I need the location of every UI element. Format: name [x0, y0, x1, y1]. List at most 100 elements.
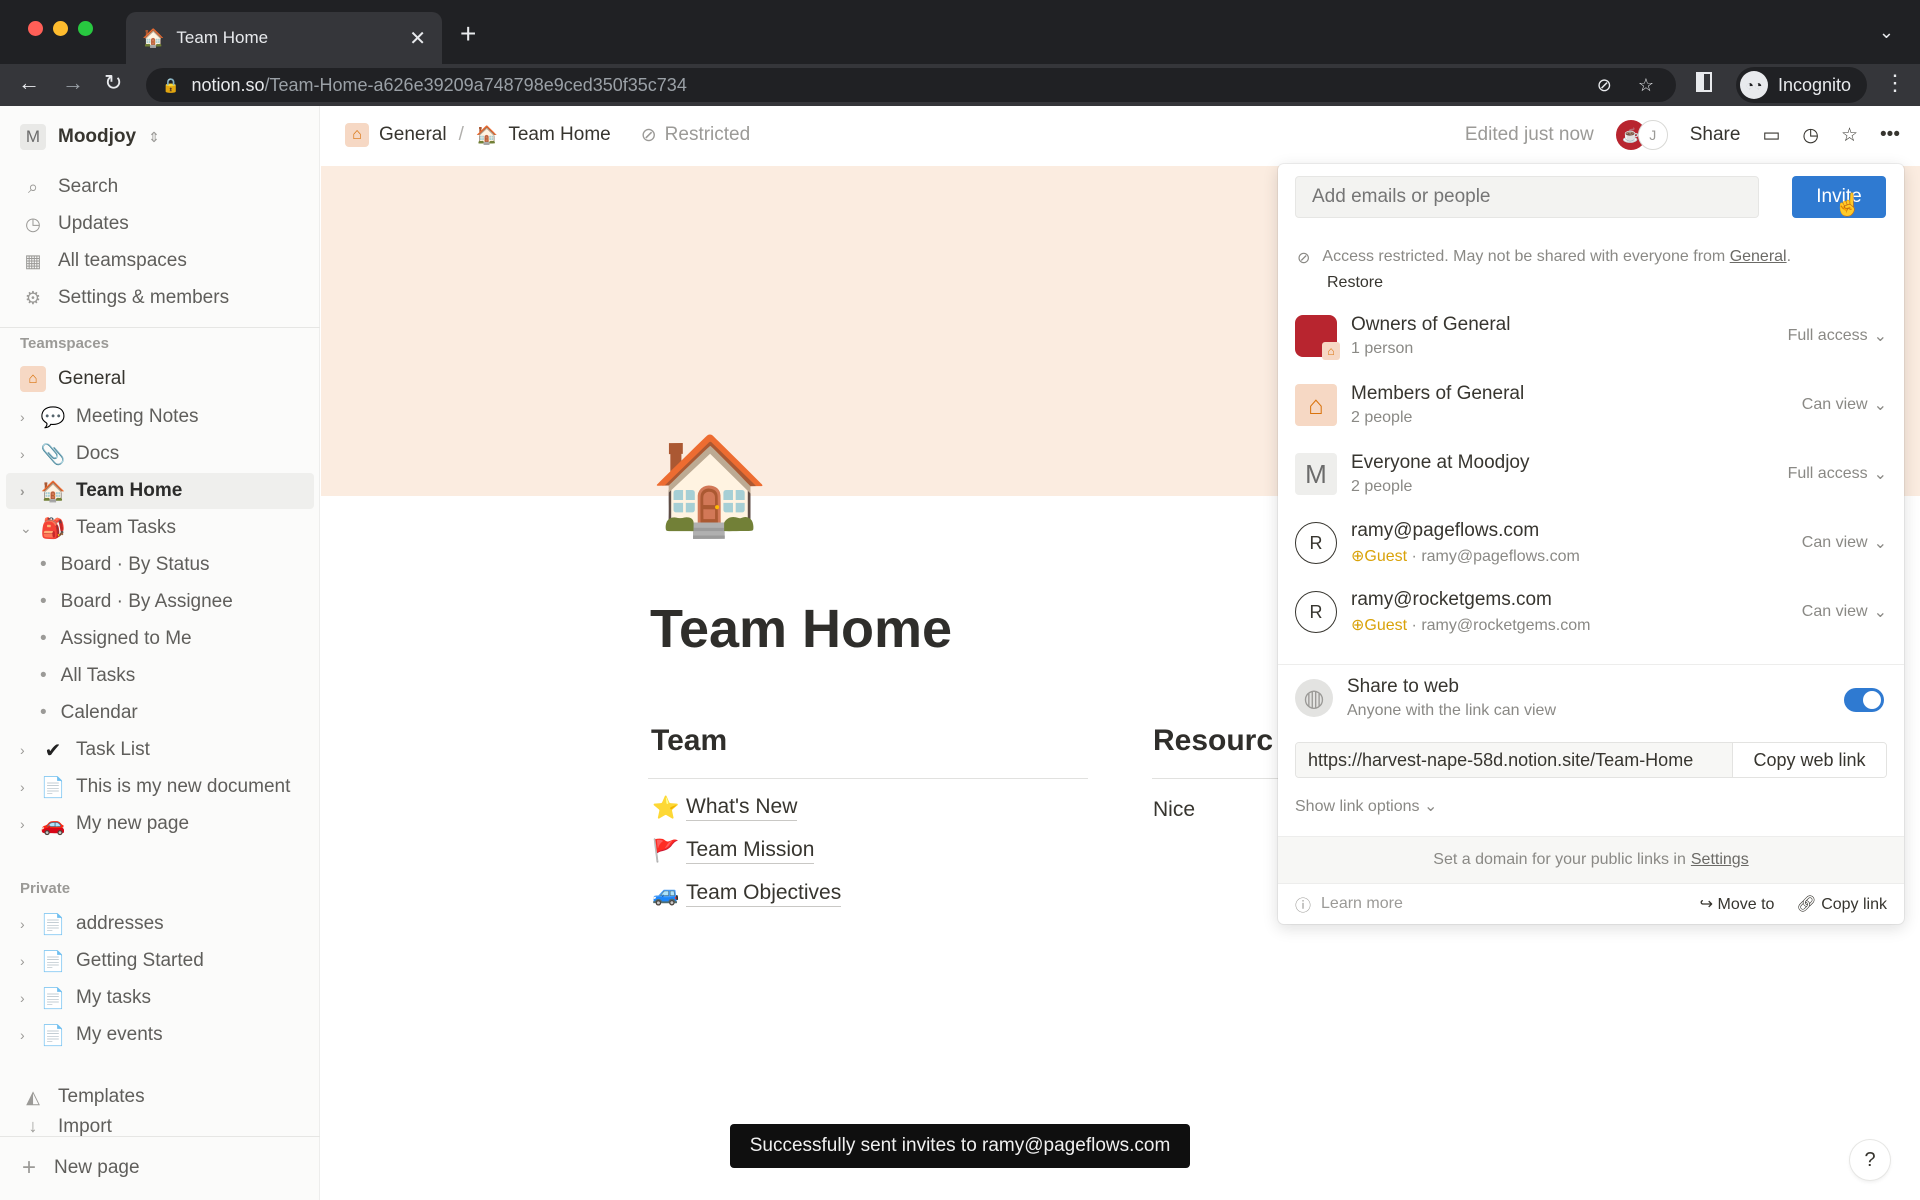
chevron-right-icon[interactable]: ›: [20, 1027, 34, 1043]
sidebar-page-team-home[interactable]: › 🏠 Team Home: [6, 473, 314, 509]
sidebar-item-settings[interactable]: ⚙ Settings & members: [20, 281, 229, 315]
sidebar-page-my-tasks[interactable]: › 📄 My tasks: [0, 980, 316, 1016]
sidebar-item-templates[interactable]: ◭ Templates: [20, 1080, 145, 1114]
more-options-icon[interactable]: •••: [1880, 124, 1900, 146]
favorite-star-icon[interactable]: ☆: [1841, 124, 1858, 147]
sidebar-page-my-events[interactable]: › 📄 My events: [0, 1017, 316, 1053]
learn-more-link[interactable]: ⓘ Learn more: [1295, 892, 1403, 916]
permission-dropdown[interactable]: Can view ⌄: [1802, 533, 1887, 553]
invite-input[interactable]: [1295, 176, 1759, 218]
chevron-right-icon[interactable]: ›: [20, 916, 34, 932]
sidebar-teamspace-general[interactable]: ⌂ General: [20, 362, 126, 396]
close-window-button[interactable]: [28, 21, 43, 36]
eye-slash-icon[interactable]: ⊘: [1597, 75, 1612, 96]
sidebar-page-getting-started[interactable]: › 📄 Getting Started: [0, 943, 316, 979]
link-team-objectives[interactable]: 🚙 Team Objectives: [652, 881, 842, 907]
permission-dropdown[interactable]: Can view ⌄: [1802, 395, 1887, 415]
copy-link-button[interactable]: 🔗︎ Copy link: [1796, 894, 1887, 914]
link-team-mission[interactable]: 🚩 Team Mission: [652, 838, 815, 864]
browser-tab-strip: 🏠 Team Home ✕ + ⌄: [0, 0, 1920, 64]
chevron-right-icon[interactable]: ›: [20, 779, 34, 795]
guest-badge: ⊕Guest: [1351, 617, 1408, 634]
permission-row[interactable]: ⌂ Owners of General 1 person Full access ⌄: [1295, 308, 1887, 364]
sidebar-page-new-document[interactable]: › 📄 This is my new document: [0, 769, 316, 805]
incognito-profile-button[interactable]: ◔◔ Incognito: [1736, 67, 1868, 103]
permission-dropdown[interactable]: Can view ⌄: [1802, 602, 1887, 622]
sidebar-view-all-tasks[interactable]: • All Tasks: [0, 658, 316, 694]
address-bar[interactable]: 🔒 notion.so/Team-Home-a626e39209a748798e…: [146, 68, 1676, 102]
sidebar-page-task-list[interactable]: › ✔ Task List: [0, 732, 316, 768]
permission-dropdown[interactable]: Full access ⌄: [1788, 464, 1887, 484]
web-link-url[interactable]: https://harvest-nape-58d.notion.site/Tea…: [1296, 743, 1732, 777]
permission-row[interactable]: R ramy@rocketgems.com ⊕Guest · ramy@rocke…: [1295, 584, 1887, 640]
chevron-down-icon[interactable]: ⌄: [20, 520, 34, 537]
general-link[interactable]: General: [1730, 248, 1787, 265]
sidebar-item-import[interactable]: ↓ Import: [20, 1116, 112, 1136]
collaborator-avatars[interactable]: ☕ J: [1615, 120, 1668, 150]
reload-icon[interactable]: ↻: [104, 70, 122, 96]
side-panel-icon[interactable]: [1696, 72, 1712, 92]
permission-row[interactable]: ⌂ Members of General 2 people Can view ⌄: [1295, 377, 1887, 433]
permission-row[interactable]: M Everyone at Moodjoy 2 people Full acces…: [1295, 446, 1887, 502]
chevron-right-icon[interactable]: ›: [20, 990, 34, 1006]
sidebar-item-search[interactable]: ⌕ Search: [20, 170, 118, 204]
tab-search-chevron-icon[interactable]: ⌄: [1879, 22, 1894, 43]
browser-menu-icon[interactable]: ⋮: [1884, 70, 1906, 96]
chevron-right-icon[interactable]: ›: [20, 742, 34, 758]
sidebar-view-calendar[interactable]: • Calendar: [0, 695, 316, 731]
sidebar-page-meeting-notes[interactable]: › 💬 Meeting Notes: [0, 399, 316, 435]
page-title[interactable]: Team Home: [650, 598, 952, 660]
page-icon[interactable]: 🏠: [650, 438, 770, 534]
comments-icon[interactable]: ▭: [1762, 124, 1780, 147]
pointer-cursor-icon: ☝: [1834, 192, 1862, 217]
minimize-window-button[interactable]: [53, 21, 68, 36]
link-whats-new[interactable]: ⭐ What's New: [652, 795, 798, 821]
permission-label: Can view: [1801, 396, 1868, 413]
restore-button[interactable]: Restore: [1327, 274, 1383, 292]
history-clock-icon[interactable]: ◷: [1802, 124, 1819, 147]
restricted-indicator[interactable]: ⊘ Restricted: [641, 124, 750, 147]
sidebar-view-assigned-to-me[interactable]: • Assigned to Me: [0, 621, 316, 657]
sidebar-view-board-by-status[interactable]: • Board · By Status: [0, 547, 316, 583]
person-name: ramy@pageflows.com: [1351, 520, 1540, 541]
share-button[interactable]: Share: [1690, 124, 1741, 146]
chevron-right-icon[interactable]: ›: [20, 816, 34, 832]
chevron-right-icon[interactable]: ›: [20, 483, 34, 499]
maximize-window-button[interactable]: [78, 21, 93, 36]
forward-arrow-icon[interactable]: →: [62, 70, 84, 96]
plus-icon: +: [21, 1154, 36, 1181]
settings-link[interactable]: Settings: [1691, 851, 1749, 869]
avatar-j: J: [1637, 120, 1668, 150]
permission-row[interactable]: R ramy@pageflows.com ⊕Guest · ramy@pagefl…: [1295, 515, 1887, 571]
share-to-web-toggle[interactable]: [1844, 688, 1884, 712]
help-button[interactable]: ?: [1850, 1140, 1890, 1180]
chevron-right-icon[interactable]: ›: [20, 953, 34, 969]
back-arrow-icon[interactable]: ←: [18, 70, 40, 96]
new-page-button[interactable]: + New page: [16, 1151, 140, 1185]
sidebar-item-updates[interactable]: ◷ Updates: [20, 207, 129, 241]
sidebar-page-team-tasks[interactable]: ⌄ 🎒 Team Tasks: [0, 510, 316, 546]
browser-tab[interactable]: 🏠 Team Home ✕: [126, 12, 442, 64]
chevron-right-icon[interactable]: ›: [20, 409, 34, 425]
permission-dropdown[interactable]: Full access ⌄: [1788, 326, 1887, 346]
copy-web-link-button[interactable]: Copy web link: [1732, 743, 1886, 777]
chevron-right-icon[interactable]: ›: [20, 446, 34, 462]
toggle-knob: [1863, 691, 1881, 709]
move-to-button[interactable]: ↪ Move to: [1700, 894, 1775, 914]
close-tab-icon[interactable]: ✕: [409, 26, 426, 51]
sidebar-page-my-new-page[interactable]: › 🚗 My new page: [0, 806, 316, 842]
breadcrumb-team-home[interactable]: Team Home: [508, 124, 610, 146]
resources-heading: Resourc: [1153, 724, 1274, 757]
sidebar-item-all-teamspaces[interactable]: ▦ All teamspaces: [20, 244, 186, 278]
breadcrumb-general[interactable]: General: [379, 124, 447, 146]
sidebar-page-docs[interactable]: › 📎 Docs: [0, 436, 316, 472]
sidebar-page-addresses[interactable]: › 📄 addresses: [0, 906, 316, 942]
sidebar-item-label: General: [58, 368, 126, 389]
show-link-options-button[interactable]: Show link options ⌄: [1295, 796, 1437, 816]
sidebar-item-label: Import: [58, 1116, 112, 1136]
url-path: /Team-Home-a626e39209a748798e9ced350f35c…: [264, 74, 687, 95]
new-tab-button[interactable]: +: [460, 18, 476, 50]
sidebar-view-board-by-assignee[interactable]: • Board · By Assignee: [0, 584, 316, 620]
bookmark-star-icon[interactable]: ☆: [1638, 75, 1654, 96]
workspace-switcher[interactable]: M Moodjoy ⇕: [20, 124, 160, 150]
